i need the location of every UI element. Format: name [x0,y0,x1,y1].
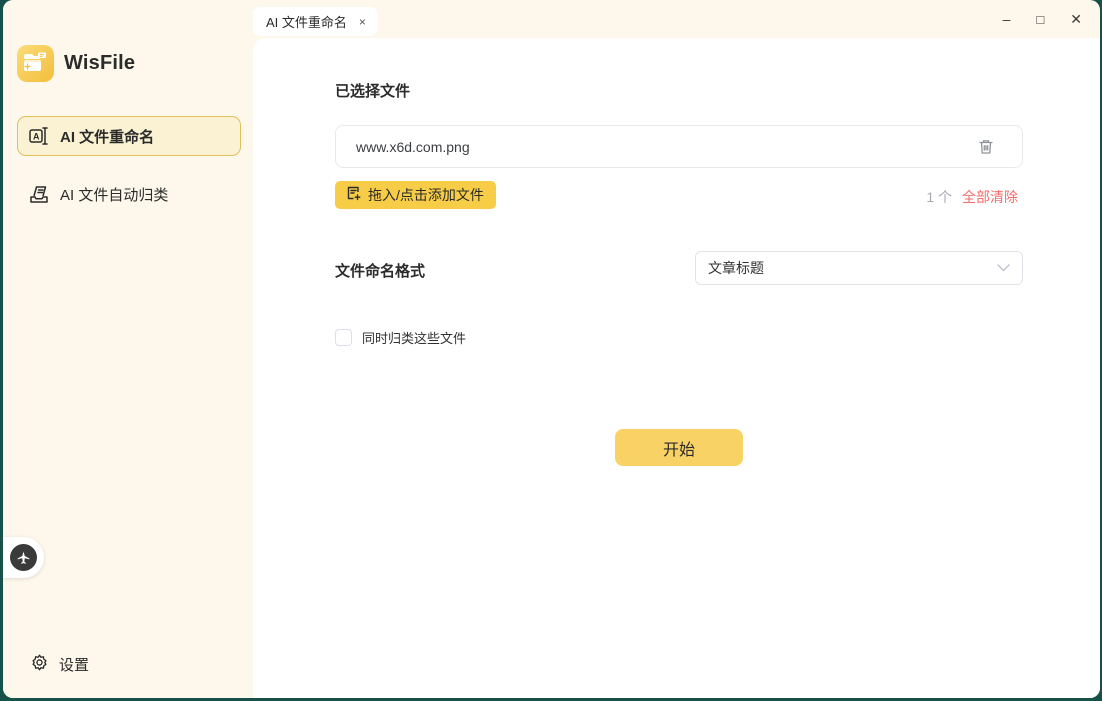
classify-also-option[interactable]: 同时归类这些文件 [335,328,466,347]
add-files-label: 拖入/点击添加文件 [368,185,484,205]
svg-text:A: A [33,132,40,142]
tab-ai-rename[interactable]: AI 文件重命名 × [252,7,378,36]
start-button[interactable]: 开始 [615,429,743,466]
classify-checkbox[interactable] [335,329,352,346]
sidebar: WisFile A AI 文件重命名 [3,0,253,698]
sidebar-item-ai-classify[interactable]: AI 文件自动归类 [17,174,241,214]
file-list-item: www.x6d.com.png [335,125,1023,168]
maximize-button[interactable]: □ [1036,12,1044,27]
app-title: WisFile [64,52,135,75]
naming-format-select[interactable]: 文章标题 [695,251,1023,285]
settings-button[interactable]: 设置 [30,653,89,676]
app-window: AI 文件重命名 × – □ ✕ WisFile [3,0,1100,698]
file-plus-icon [347,186,361,204]
delete-file-button[interactable] [978,138,994,155]
add-files-button[interactable]: 拖入/点击添加文件 [335,181,496,209]
naming-format-value: 文章标题 [708,258,997,278]
app-brand: WisFile [17,45,135,82]
window-controls: – □ ✕ [1003,0,1082,38]
sidebar-nav: A AI 文件重命名 AI 文件自动归类 [17,116,241,232]
file-name: www.x6d.com.png [356,139,978,155]
classify-checkbox-label: 同时归类这些文件 [362,328,466,347]
tab-label: AI 文件重命名 [266,12,347,31]
clear-all-button[interactable]: 全部清除 [962,187,1018,207]
tab-close-icon[interactable]: × [359,16,366,28]
chevron-down-icon [997,259,1010,277]
file-count: 1 个 [926,187,952,207]
gear-icon [30,653,49,676]
file-count-row: 1 个 全部清除 [926,187,1018,207]
naming-format-label: 文件命名格式 [335,260,425,281]
rename-icon: A [28,125,50,147]
wisfile-logo-icon [17,45,54,82]
desktop-background: { "window": { "minimize_glyph": "–", "ma… [0,0,1102,701]
auto-classify-icon [28,183,50,205]
quick-launch-pill[interactable] [3,537,44,578]
minimize-button[interactable]: – [1003,11,1011,27]
airplane-icon[interactable] [10,544,37,571]
sidebar-item-label: AI 文件重命名 [60,126,154,147]
main-panel: 已选择文件 www.x6d.com.png 拖入/点击添加文 [253,38,1100,698]
sidebar-item-ai-rename[interactable]: A AI 文件重命名 [17,116,241,156]
close-button[interactable]: ✕ [1070,11,1082,28]
sidebar-item-label: AI 文件自动归类 [60,184,168,205]
settings-label: 设置 [59,654,89,675]
selected-files-label: 已选择文件 [335,80,410,101]
